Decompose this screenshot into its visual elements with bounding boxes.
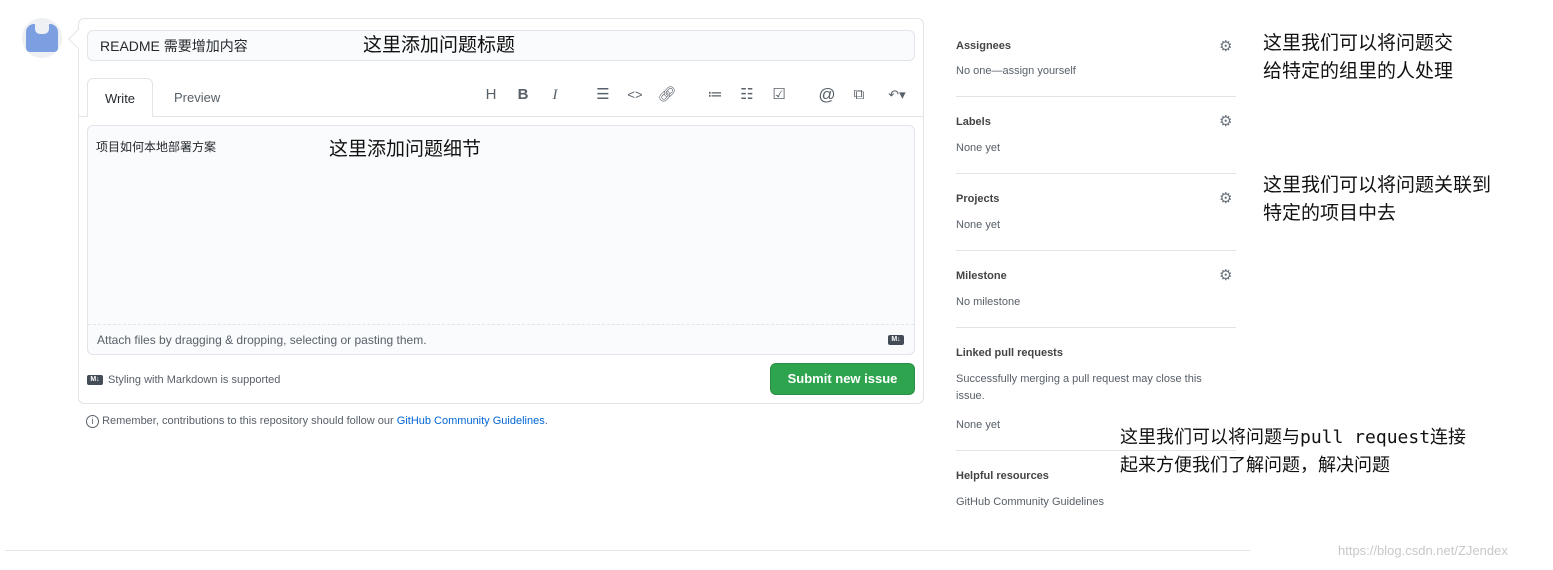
assignees-value[interactable]: No one—assign yourself (956, 63, 1226, 80)
attach-hint: Attach files by dragging & dropping, sel… (97, 333, 427, 347)
projects-value: None yet (956, 219, 1001, 231)
milestone-title[interactable]: Milestone (956, 270, 1007, 282)
assignee-annotation: 这里我们可以将问题交 给特定的组里的人处理 (1263, 30, 1453, 86)
bold-icon[interactable]: B (512, 84, 534, 106)
remember-text: Remember, contributions to this reposito… (102, 415, 394, 427)
note-line: 这里我们可以将问题交 (1263, 33, 1454, 54)
divider (956, 96, 1236, 97)
labels-title[interactable]: Labels (956, 116, 991, 128)
pr-annotation: 这里我们可以将问题与pull request连接 起来方便我们了解问题，解决问题 (1120, 424, 1466, 480)
reply-icon[interactable]: ↶▾ (882, 84, 912, 106)
divider (956, 173, 1236, 174)
reference-icon[interactable]: ⧉ (848, 84, 870, 106)
divider (956, 250, 1236, 251)
quote-icon[interactable]: ☰ (592, 84, 614, 106)
project-annotation: 这里我们可以将问题关联到 特定的项目中去 (1263, 172, 1491, 228)
tab-preview[interactable]: Preview (158, 78, 236, 117)
note-line: 给特定的组里的人处理 (1263, 61, 1454, 82)
italic-icon[interactable]: I (544, 84, 566, 106)
divider (956, 327, 1236, 328)
heading-icon[interactable]: H (480, 84, 502, 106)
note-line: 特定的项目中去 (1263, 203, 1397, 224)
markdown-icon: M↓ (87, 375, 103, 385)
unordered-list-icon[interactable]: ≔ (704, 84, 726, 106)
mention-icon[interactable]: @ (816, 84, 838, 106)
markdown-icon: M↓ (888, 335, 904, 345)
tab-write[interactable]: Write (87, 78, 153, 117)
title-annotation: 这里添加问题标题 (363, 35, 516, 56)
watermark: https://blog.csdn.net/ZJendex (1338, 543, 1508, 558)
remember-line: i Remember, contributions to this reposi… (86, 415, 548, 428)
issue-body-text: 项目如何本地部署方案 (96, 140, 217, 154)
note-line: 起来方便我们了解问题，解决问题 (1120, 455, 1390, 476)
issue-body-textarea[interactable] (87, 125, 915, 355)
remember-end: . (544, 415, 548, 427)
task-list-icon[interactable]: ☑ (768, 84, 790, 106)
gear-icon[interactable]: ⚙ (1219, 37, 1232, 55)
note-line: 这里我们可以将问题与pull request连接 (1120, 427, 1467, 448)
linked-pr-desc: Successfully merging a pull request may … (956, 373, 1202, 402)
community-guidelines-link[interactable]: GitHub Community Guidelines (397, 415, 545, 427)
gear-icon[interactable]: ⚙ (1219, 189, 1232, 207)
avatar[interactable] (22, 18, 62, 58)
labels-value: None yet (956, 142, 1001, 154)
helpful-title: Helpful resources (956, 470, 1049, 482)
attach-files-area[interactable]: Attach files by dragging & dropping, sel… (88, 324, 914, 354)
note-line: 这里我们可以将问题关联到 (1263, 175, 1492, 196)
markdown-note[interactable]: Styling with Markdown is supported (108, 374, 280, 386)
milestone-value: No milestone (956, 296, 1021, 308)
linked-pr-title: Linked pull requests (956, 347, 1063, 359)
footer-divider (5, 550, 1250, 551)
gear-icon[interactable]: ⚙ (1219, 266, 1232, 284)
code-icon[interactable]: <> (624, 84, 646, 106)
gear-icon[interactable]: ⚙ (1219, 112, 1232, 130)
submit-new-issue-button[interactable]: Submit new issue (770, 363, 915, 395)
ordered-list-icon[interactable]: ☷ (736, 84, 758, 106)
assignees-title[interactable]: Assignees (956, 40, 1011, 52)
info-icon: i (86, 415, 99, 428)
link-icon[interactable]: 🔗︎ (656, 84, 678, 106)
body-annotation: 这里添加问题细节 (329, 139, 482, 160)
projects-title[interactable]: Projects (956, 193, 999, 205)
helpful-guidelines-link[interactable]: GitHub Community Guidelines (956, 494, 1226, 511)
